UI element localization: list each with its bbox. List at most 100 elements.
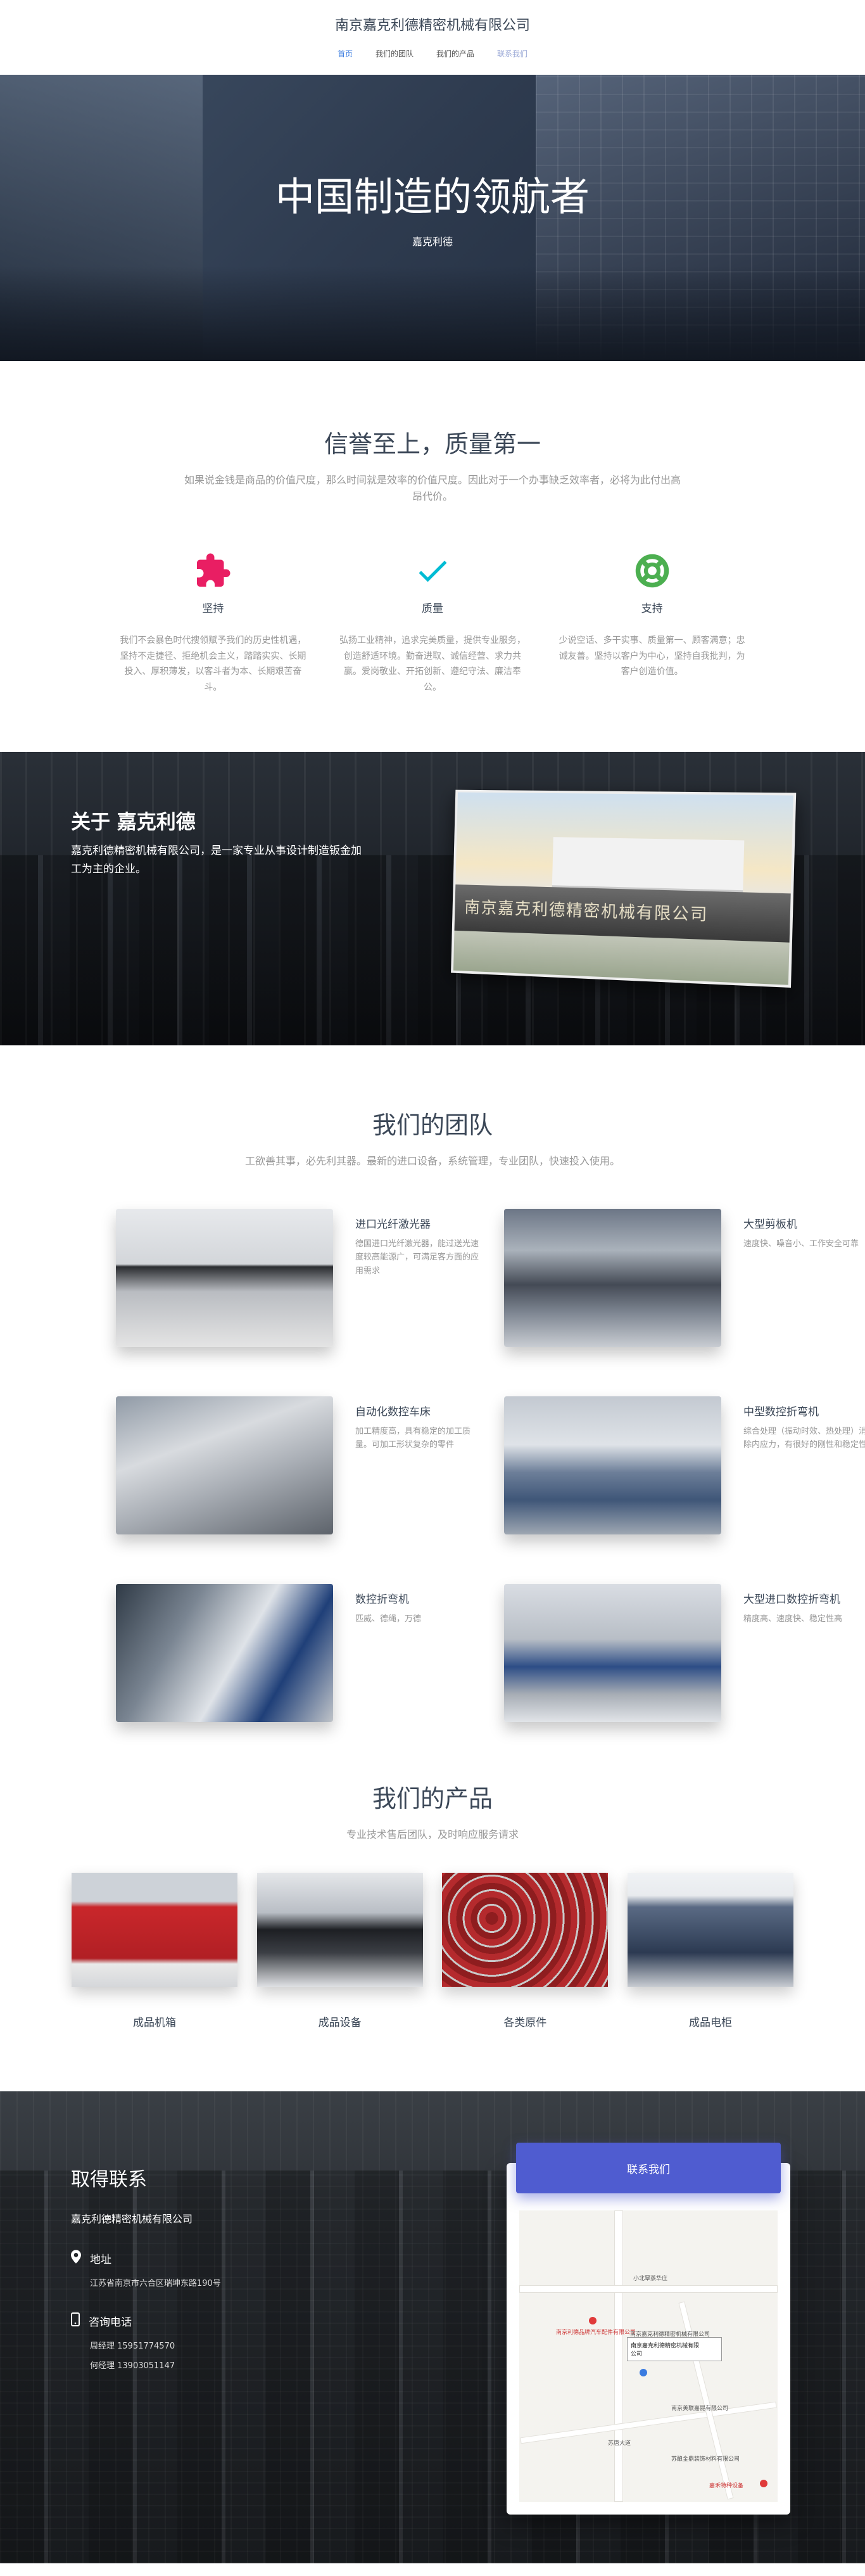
address-text: 江苏省南京市六合区瑞坤东路190号 <box>90 2279 221 2289</box>
equipment-photo <box>504 1583 721 1722</box>
team-card: 数控折弯机 匹威、德绳，万德 <box>116 1583 485 1722</box>
features-desc: 如果说金钱是商品的价值尺度，那么时间就是效率的价值尺度。因此对于一个办事缺乏效率… <box>184 474 681 502</box>
products-title: 我们的产品 <box>372 1784 493 1813</box>
map-label: 南京美联嘉昆有限公司 <box>671 2406 729 2413</box>
contact-card: 联系我们 小北覃蒸华庄 南京利德品牌汽车配件有限公司 南京嘉克利德精密机械有限 … <box>507 2143 790 2515</box>
map-popup-line: 南京嘉克利德精密机械有限 <box>631 2343 700 2350</box>
map-pin-icon <box>71 2250 81 2266</box>
hero-banner: 中国制造的领航者 嘉克利德 <box>0 75 865 361</box>
map-label: 南京嘉克利德精密机械有限公司 <box>630 2331 710 2338</box>
team-info: 进口光纤激光器 德国进口光纤激光器，能过送光速度较高能源广，可满足客方面的应用需… <box>333 1209 485 1347</box>
team-desc: 工欲善其事，必先利其器。最新的进口设备，系统管理，专业团队，快速投入使用。 <box>244 1155 620 1168</box>
address-label: 地址 <box>90 2253 111 2266</box>
nav-products[interactable]: 我们的产品 <box>436 48 474 59</box>
map-label: 小北覃蒸华庄 <box>633 2276 668 2283</box>
team-card-text: 综合处理（振动时效、热处理）消除内应力，有很好的刚性和稳定性 <box>743 1426 865 1450</box>
contact-company: 嘉克利德精密机械有限公司 <box>71 2213 193 2226</box>
team-info: 大型进口数控折弯机 精度高、速度快、稳定性高 <box>721 1584 865 1722</box>
map-pin-icon[interactable] <box>589 2317 597 2325</box>
address-block: 地址 江苏省南京市六合区瑞坤东路190号 <box>71 2250 400 2288</box>
feature-text: 弘扬工业精神，追求完美质量，提供专业服务，创造舒适环境。勤奋进取、诚信经营、求力… <box>339 635 526 692</box>
nav-team[interactable]: 我们的团队 <box>376 48 414 59</box>
contact-title: 取得联系 <box>71 2169 147 2191</box>
site-header: 南京嘉克利德精密机械有限公司 首页 我们的团队 我们的产品 联系我们 <box>0 0 865 75</box>
map-label: 苏唐大道 <box>608 2440 631 2447</box>
site-title: 南京嘉克利德精密机械有限公司 <box>334 18 530 34</box>
factory-building <box>552 837 745 893</box>
team-card-text: 速度快、噪音小、工作安全可靠 <box>743 1239 859 1249</box>
team-card-text: 匹威、德绳，万德 <box>355 1614 422 1624</box>
about-text: 关于 嘉克利德 嘉克利德精密机械有限公司，是一家专业从事设计制造钣金加工为主的企… <box>71 806 369 879</box>
equipment-photo <box>116 1396 333 1534</box>
about-description: 嘉克利德精密机械有限公司，是一家专业从事设计制造钣金加工为主的企业。 <box>71 845 362 876</box>
map-label: 苏酿金鼎装饰材料有限公司 <box>671 2456 740 2463</box>
features-row: 坚持 我们不会暴色时代搜领赋予我们的历史性机遇，坚持不走捷径、拒绝机会主义，踏踏… <box>116 547 749 695</box>
team-card-text: 加工精度高，具有稳定的加工质量。可加工形状复杂的零件 <box>355 1426 471 1450</box>
team-card: 自动化数控车床 加工精度高，具有稳定的加工质量。可加工形状复杂的零件 <box>116 1396 485 1534</box>
nav-home[interactable]: 首页 <box>338 48 353 59</box>
map-road <box>520 2402 777 2444</box>
product-photo <box>442 1873 609 1987</box>
map-pin-icon[interactable] <box>760 2480 767 2488</box>
team-card-title: 自动化数控车床 <box>355 1405 431 1419</box>
product-card[interactable]: 各类原件 <box>442 1873 609 2030</box>
team-card-title: 中型数控折弯机 <box>743 1405 819 1419</box>
phone-block: 咨询电话 周经理 15951774570 何经理 13903051147 <box>71 2312 400 2371</box>
team-card-title: 大型进口数控折弯机 <box>743 1593 840 1606</box>
product-card[interactable]: 成品电柜 <box>627 1873 793 2030</box>
phone-line[interactable]: 何经理 13903051147 <box>71 2359 400 2371</box>
location-map[interactable]: 小北覃蒸华庄 南京利德品牌汽车配件有限公司 南京嘉克利德精密机械有限 公司 南京… <box>519 2210 778 2503</box>
product-card[interactable]: 成品机箱 <box>72 1873 237 2029</box>
team-card: 大型进口数控折弯机 精度高、速度快、稳定性高 <box>504 1583 865 1722</box>
product-photo <box>256 1873 423 1987</box>
team-card: 进口光纤激光器 德国进口光纤激光器，能过送光速度较高能源广，可满足客方面的应用需… <box>116 1208 485 1347</box>
team-card-title: 进口光纤激光器 <box>355 1218 431 1231</box>
products-desc: 专业技术售后团队，及时响应服务请求 <box>346 1828 519 1840</box>
team-info: 自动化数控车床 加工精度高，具有稳定的加工质量。可加工形状复杂的零件 <box>333 1396 485 1534</box>
team-info: 大型剪板机 速度快、噪音小、工作安全可靠 <box>721 1209 865 1347</box>
nav-contact[interactable]: 联系我们 <box>497 48 527 59</box>
products-row: 成品机箱 成品设备 各类原件 成品电柜 <box>72 1873 793 2029</box>
map-popup-line: 公司 <box>631 2351 643 2358</box>
team-grid: 进口光纤激光器 德国进口光纤激光器，能过送光速度较高能源广，可满足客方面的应用需… <box>116 1208 865 1722</box>
puzzle-icon <box>116 547 310 594</box>
product-card[interactable]: 成品设备 <box>256 1873 423 2029</box>
equipment-photo <box>116 1583 333 1722</box>
product-photo <box>72 1873 237 1987</box>
phone-header: 咨询电话 <box>71 2312 400 2329</box>
feature-card: 质量 弘扬工业精神，追求完美质量，提供专业服务，创造舒适环境。勤奋进取、诚信经营… <box>336 547 530 695</box>
phone-line[interactable]: 周经理 15951774570 <box>71 2339 400 2351</box>
map-road <box>614 2210 623 2503</box>
contact-section: 取得联系 嘉克利德精密机械有限公司 地址 江苏省南京市六合区瑞坤东路190号 咨… <box>0 2091 865 2564</box>
hero-content: 中国制造的领航者 嘉克利德 <box>0 165 865 248</box>
hero-title: 中国制造的领航者 <box>275 174 590 220</box>
contact-info: 取得联系 嘉克利德精密机械有限公司 地址 江苏省南京市六合区瑞坤东路190号 咨… <box>71 2164 400 2371</box>
company-sign-wall: 南京嘉克利德精密机械有限公司 <box>454 884 791 943</box>
map-label: 嘉禾特种设备 <box>709 2483 744 2490</box>
team-card-text: 精度高、速度快、稳定性高 <box>743 1614 843 1624</box>
feature-title: 支持 <box>641 603 663 616</box>
main-nav: 首页 我们的团队 我们的产品 联系我们 <box>0 48 865 59</box>
team-card: 大型剪板机 速度快、噪音小、工作安全可靠 <box>504 1208 865 1347</box>
address-header: 地址 <box>71 2250 400 2266</box>
product-label: 成品机箱 <box>133 2017 176 2030</box>
company-photo: 南京嘉克利德精密机械有限公司 <box>451 789 797 988</box>
product-label: 成品电柜 <box>688 2017 732 2030</box>
equipment-photo <box>116 1208 333 1347</box>
product-photo <box>627 1873 793 1987</box>
feature-title: 质量 <box>422 603 443 616</box>
feature-card: 坚持 我们不会暴色时代搜领赋予我们的历史性机遇，坚持不走捷径、拒绝机会主义，踏踏… <box>116 547 310 695</box>
team-info: 中型数控折弯机 综合处理（振动时效、热处理）消除内应力，有很好的刚性和稳定性 <box>721 1396 865 1534</box>
team-section: 我们的团队 工欲善其事，必先利其器。最新的进口设备，系统管理，专业团队，快速投入… <box>0 1045 865 1760</box>
feature-title: 坚持 <box>202 603 224 616</box>
team-card-title: 大型剪板机 <box>743 1218 797 1231</box>
about-section: 关于 嘉克利德 嘉克利德精密机械有限公司，是一家专业从事设计制造钣金加工为主的企… <box>0 752 865 1046</box>
contact-us-button[interactable]: 联系我们 <box>516 2143 781 2194</box>
map-marker-icon[interactable] <box>640 2369 647 2377</box>
hero-subtitle: 嘉克利德 <box>412 236 453 248</box>
feature-text: 少说空话、多干实事、质量第一、顾客满意；忠诚友善。坚持以客户为中心，坚持自我批判… <box>559 635 745 677</box>
map-road <box>519 2285 778 2293</box>
team-card: 中型数控折弯机 综合处理（振动时效、热处理）消除内应力，有很好的刚性和稳定性 <box>504 1396 865 1534</box>
team-card-text: 德国进口光纤激光器，能过送光速度较高能源广，可满足客方面的应用需求 <box>355 1239 479 1276</box>
product-label: 各类原件 <box>503 2017 547 2030</box>
